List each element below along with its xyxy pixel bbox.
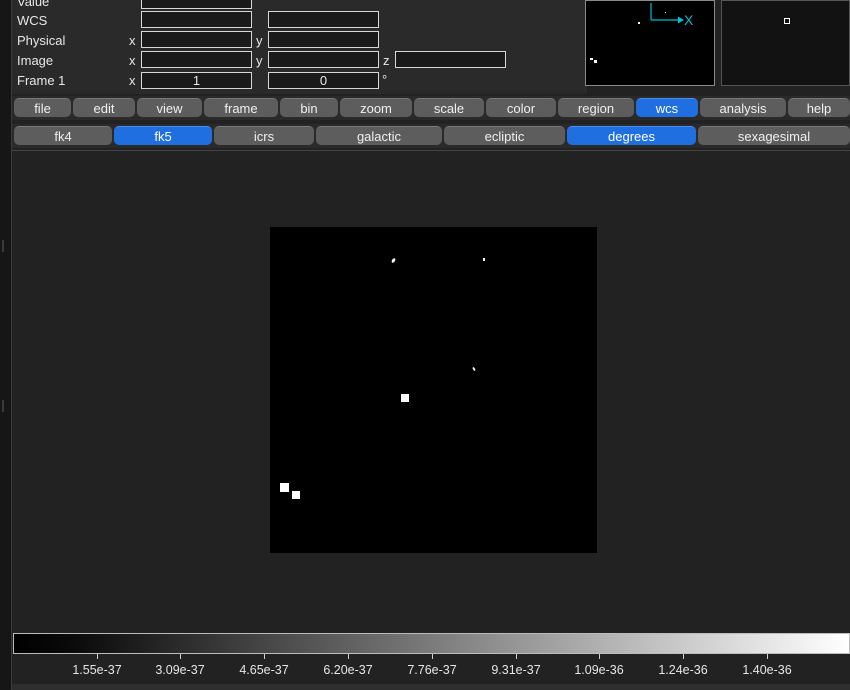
panner-x-label: X bbox=[684, 12, 694, 28]
value-label: Value bbox=[17, 0, 50, 9]
colorbar-tick bbox=[432, 654, 433, 659]
menu-edit-button[interactable]: edit bbox=[73, 98, 135, 117]
menu-scale-button[interactable]: scale bbox=[414, 98, 484, 117]
colorbar-tick-label: 3.09e-37 bbox=[155, 663, 205, 677]
menu-zoom-button[interactable]: zoom bbox=[340, 98, 412, 117]
colorbar-tick bbox=[348, 654, 349, 659]
info-panel: Value WCS Physical x y Image x y z Frame… bbox=[12, 0, 587, 94]
magnifier bbox=[721, 0, 850, 86]
wcs-label: WCS bbox=[17, 13, 48, 28]
left-edge-strip bbox=[0, 0, 12, 690]
colorbar-tick-label: 1.24e-36 bbox=[658, 663, 708, 677]
colorbar-tick-label: 1.55e-37 bbox=[72, 663, 122, 677]
frame-x-axis-label: x bbox=[129, 73, 136, 88]
ds9-window: Value WCS Physical x y Image x y z Frame… bbox=[0, 0, 850, 690]
menu-color-button[interactable]: color bbox=[486, 98, 556, 117]
image-canvas[interactable] bbox=[12, 151, 850, 631]
wcs-sexagesimal-button[interactable]: sexagesimal bbox=[698, 126, 850, 145]
menu-region-button[interactable]: region bbox=[558, 98, 634, 117]
frame-label: Frame 1 bbox=[17, 73, 66, 88]
physical-x-axis-label: x bbox=[129, 33, 136, 48]
wcs-fk4-button[interactable]: fk4 bbox=[14, 126, 112, 145]
wcs-button-bar: fk4 fk5 icrs galactic ecliptic degrees s… bbox=[12, 124, 850, 148]
image-x-field[interactable] bbox=[141, 51, 252, 68]
menu-help-button[interactable]: help bbox=[788, 98, 850, 117]
strip-mark bbox=[2, 400, 4, 412]
physical-x-field[interactable] bbox=[141, 31, 252, 48]
colorbar-tick bbox=[180, 654, 181, 659]
colorbar-tick bbox=[767, 654, 768, 659]
source-blob bbox=[292, 491, 300, 499]
panner-source-dot bbox=[638, 22, 640, 24]
colorbar-tick bbox=[516, 654, 517, 659]
colorbar-tick-label: 6.20e-37 bbox=[323, 663, 373, 677]
frame-x-field[interactable]: 1 bbox=[141, 72, 252, 89]
colorbar[interactable] bbox=[13, 633, 850, 654]
strip-mark bbox=[2, 240, 4, 252]
menu-analysis-button[interactable]: analysis bbox=[700, 98, 786, 117]
menu-file-button[interactable]: file bbox=[14, 98, 71, 117]
image-x-axis-label: x bbox=[129, 53, 136, 68]
panner-source-dot bbox=[590, 58, 593, 60]
colorbar-tick bbox=[264, 654, 265, 659]
colorbar-tick-label: 4.65e-37 bbox=[239, 663, 289, 677]
source-blob bbox=[472, 366, 476, 372]
menu-frame-button[interactable]: frame bbox=[204, 98, 278, 117]
source-blob bbox=[483, 258, 485, 261]
menu-view-button[interactable]: view bbox=[137, 98, 202, 117]
degree-symbol: ° bbox=[382, 72, 388, 87]
value-field[interactable] bbox=[141, 0, 252, 9]
image-y-axis-label: y bbox=[256, 53, 263, 68]
source-blob bbox=[401, 394, 409, 402]
bottom-edge bbox=[12, 684, 850, 690]
wcs-fk5-button[interactable]: fk5 bbox=[114, 126, 212, 145]
physical-label: Physical bbox=[17, 33, 66, 48]
source-blob bbox=[390, 257, 397, 264]
colorbar-tick bbox=[97, 654, 98, 659]
wcs-ecliptic-button[interactable]: ecliptic bbox=[444, 126, 565, 145]
wcs-galactic-button[interactable]: galactic bbox=[316, 126, 442, 145]
colorbar-tick bbox=[683, 654, 684, 659]
image-z-field[interactable] bbox=[395, 51, 506, 68]
panner-source-dot bbox=[594, 60, 597, 63]
colorbar-tick-label: 9.31e-37 bbox=[491, 663, 541, 677]
colorbar-tick-label: 7.76e-37 bbox=[407, 663, 457, 677]
magnifier-cursor-box bbox=[784, 18, 790, 24]
physical-y-field[interactable] bbox=[268, 31, 379, 48]
panner-source-dot bbox=[665, 12, 666, 13]
menu-wcs-button[interactable]: wcs bbox=[636, 98, 698, 117]
colorbar-tick-label: 1.09e-36 bbox=[574, 663, 624, 677]
physical-y-axis-label: y bbox=[256, 33, 263, 48]
source-blob bbox=[280, 483, 289, 492]
panner[interactable]: X bbox=[585, 0, 715, 86]
panner-graphic bbox=[590, 3, 684, 63]
frame-y-field[interactable]: 0 bbox=[268, 72, 379, 89]
wcs-y-field[interactable] bbox=[268, 11, 379, 28]
main-button-bar: file edit view frame bin zoom scale colo… bbox=[12, 96, 850, 120]
wcs-degrees-button[interactable]: degrees bbox=[567, 126, 696, 145]
image-frame[interactable] bbox=[270, 227, 597, 553]
image-z-axis-label: z bbox=[383, 53, 390, 68]
image-label: Image bbox=[17, 53, 54, 68]
colorbar-tick-label: 1.40e-36 bbox=[742, 663, 792, 677]
wcs-x-field[interactable] bbox=[141, 11, 252, 28]
image-y-field[interactable] bbox=[268, 51, 379, 68]
colorbar-tick bbox=[599, 654, 600, 659]
menu-bin-button[interactable]: bin bbox=[280, 98, 338, 117]
wcs-icrs-button[interactable]: icrs bbox=[214, 126, 314, 145]
